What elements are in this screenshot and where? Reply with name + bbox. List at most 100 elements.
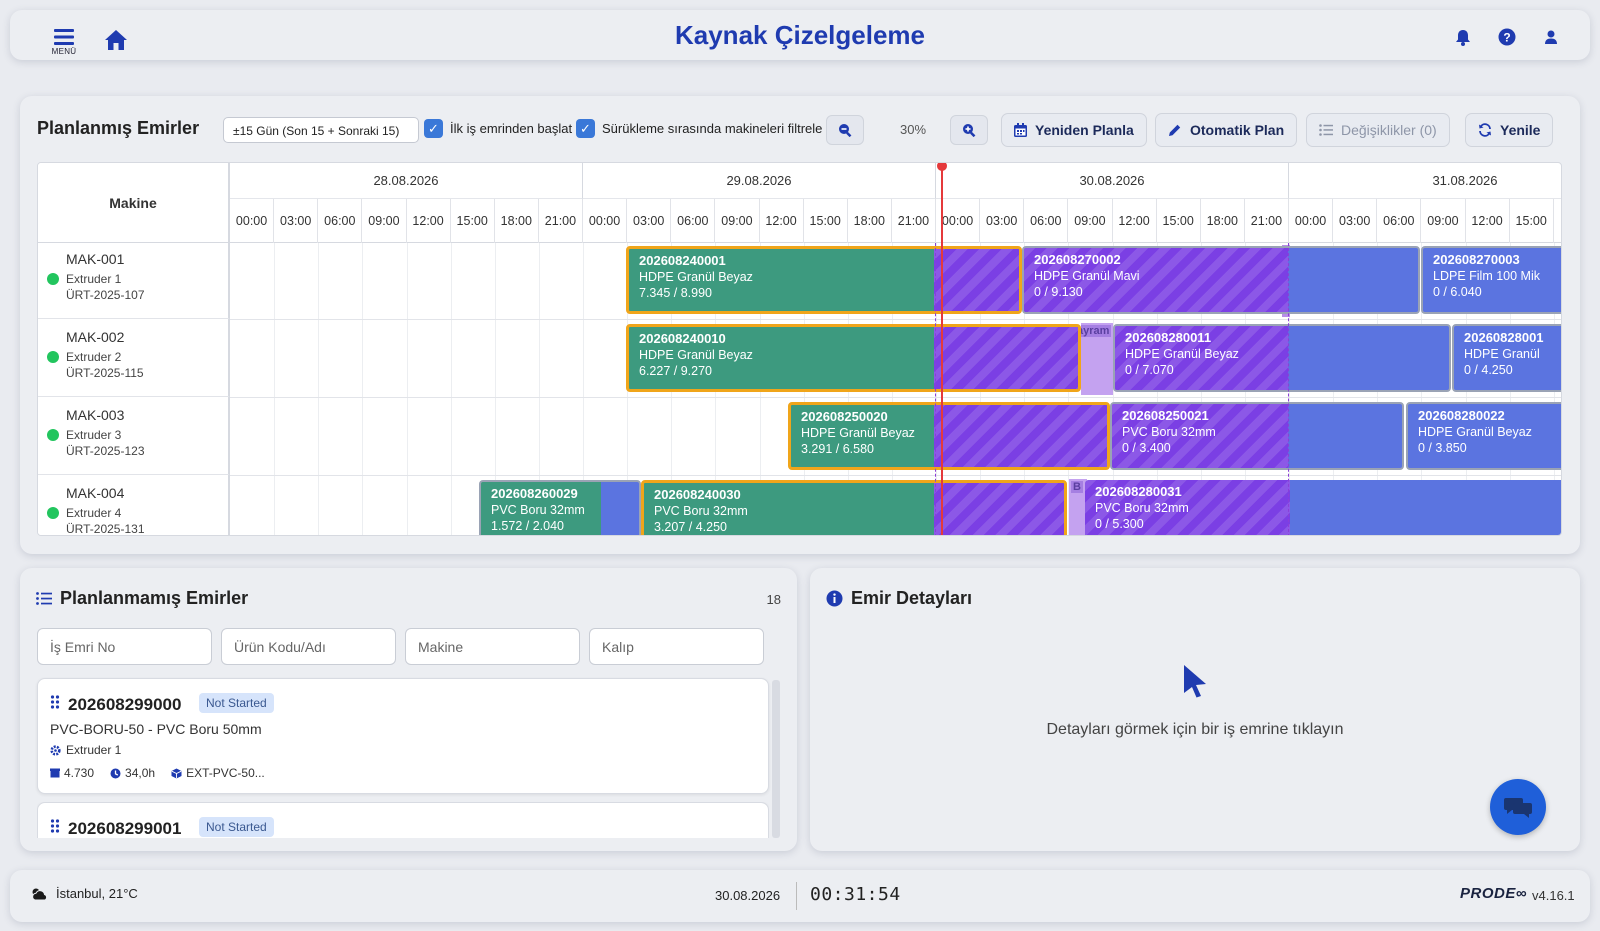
work-order-bar[interactable]: 202608280022 HDPE Granül Beyaz 0 / 3.850 [1406,402,1561,470]
pencil-icon [1169,124,1181,136]
hour-header: 12:00 [1113,199,1157,243]
machine-row[interactable]: MAK-001 Extruder 1 ÜRT-2025-107 [38,241,230,319]
hour-header: 03:00 [627,199,672,243]
holiday-block: ayram [1081,323,1113,395]
order-number: 202608250021 [1122,408,1209,423]
current-time-line [941,163,943,535]
machine-order: ÜRT-2025-107 [66,288,145,302]
timeline: 28.08.2026 29.08.2026 30.08.2026 31.08.2… [230,163,1561,535]
changes-button[interactable]: Değişiklikler (0) [1306,113,1450,147]
work-order-bar[interactable]: 202608240010 HDPE Granül Beyaz 6.227 / 9… [626,324,1081,392]
row-divider [230,319,1561,320]
machine-row[interactable]: MAK-004 Extruder 4 ÜRT-2025-131 [38,475,230,535]
mold-filter-input[interactable]: Kalıp [589,628,764,665]
hour-header: 21:00 [539,199,583,243]
order-product: LDPE Film 100 Mik [1433,269,1540,283]
notifications-button[interactable] [1450,24,1476,50]
auto-plan-button[interactable]: Otomatik Plan [1155,113,1298,147]
order-quantity: 0 / 3.400 [1122,441,1171,455]
status-dot [47,273,59,285]
order-product: PVC-BORU-50 - PVC Boru 50mm [50,721,262,737]
chat-button[interactable] [1490,779,1546,835]
hour-header: 06:00 [318,199,363,243]
work-order-bar[interactable]: 202608280011 HDPE Granül Beyaz 0 / 7.070 [1113,324,1451,392]
drag-handle-icon[interactable] [50,819,60,833]
date-range-select[interactable]: ±15 Gün (Son 15 + Sonraki 15) [223,117,419,143]
list-icon [36,592,52,605]
panel-title: Planlanmamış Emirler [60,588,249,608]
order-number: 202608280011 [1125,330,1212,345]
product-filter-input[interactable]: Ürün Kodu/Adı [221,628,396,665]
hour-header: 03:00 [1333,199,1378,243]
machine-row[interactable]: MAK-003 Extruder 3 ÜRT-2025-123 [38,397,230,475]
chat-bubbles-icon [1504,798,1532,818]
hour-header: 21:00 [892,199,936,243]
frozen-window-edge [935,243,936,535]
work-order-bar[interactable]: 202608250021 PVC Boru 32mm 0 / 3.400 [1110,402,1404,470]
refresh-button[interactable]: Yenile [1465,113,1554,147]
replan-button[interactable]: Yeniden Planla [1001,113,1147,147]
order-number: 202608260029 [491,486,578,501]
unplanned-order-card[interactable]: 202608299000 Not Started PVC-BORU-50 - P… [37,678,769,794]
list-icon [1319,124,1333,136]
user-button[interactable] [1538,24,1564,50]
order-no-filter-input[interactable]: İş Emri No [37,628,212,665]
order-quantity: 1.572 / 2.040 [491,519,564,533]
question-circle-icon: ? [1498,28,1516,46]
work-order-bar[interactable]: 202608240001 HDPE Granül Beyaz 7.345 / 8… [626,246,1022,314]
filter-machines-checkbox[interactable]: ✓ Sürükleme sırasında makineleri filtrel… [576,119,822,138]
work-order-bar[interactable]: 202608260029 PVC Boru 32mm 1.572 / 2.040 [479,480,641,535]
order-quantity: 7.345 / 8.990 [639,286,712,300]
order-quantity: 0 / 7.070 [1125,363,1174,377]
order-quantity: 0 / 9.130 [1034,285,1083,299]
order-number: 202608250020 [801,409,888,424]
order-number: 202608280022 [1418,408,1505,423]
grid-line [450,243,452,535]
info-icon [826,590,843,607]
card-clip: 202608299001 Not Started [37,802,769,838]
zoom-in-button[interactable] [950,115,988,145]
work-order-bar[interactable]: 202608270003 LDPE Film 100 Mik 0 / 6.040 [1421,246,1561,314]
hour-header: 06:00 [1024,199,1069,243]
work-order-bar[interactable]: 202608280031 PVC Boru 32mm 0 / 5.300 [1085,480,1561,535]
date-header-row: 28.08.2026 29.08.2026 30.08.2026 31.08.2… [230,163,1561,199]
start-from-first-order-checkbox[interactable]: ✓ İlk iş emrinden başlat [424,119,572,138]
order-number: 202608299000 [68,695,182,714]
hour-header: 12:00 [407,199,451,243]
work-order-bar[interactable]: 20260828001 HDPE Granül 0 / 4.250 [1452,324,1561,392]
order-machine: Extruder 1 [66,743,122,757]
order-number: 202608240030 [654,487,741,502]
frozen-window-edge [1288,243,1289,535]
grid-line [274,243,276,535]
zoom-out-button[interactable] [826,115,864,145]
machine-filter-input[interactable]: Makine [405,628,580,665]
hour-header: 03:00 [980,199,1025,243]
box-icon [50,768,60,778]
machine-row[interactable]: MAK-002 Extruder 2 ÜRT-2025-115 [38,319,230,397]
order-quantity: 4.730 [64,766,95,780]
calendar-icon [1014,123,1027,137]
drag-handle-icon[interactable] [50,695,60,709]
hour-header: 00:00 [230,199,275,243]
scrollbar[interactable] [772,680,780,838]
work-order-bar[interactable]: 202608270002 HDPE Granül Mavi 0 / 9.130 [1022,246,1420,314]
unplanned-order-card[interactable]: 202608299001 Not Started [37,802,769,838]
hour-header: 15:00 [804,199,848,243]
work-order-bar[interactable]: 202608240030 PVC Boru 32mm 3.207 / 4.250 [641,480,1067,535]
order-number: 202608270002 [1034,252,1121,267]
hour-header: 15:00 [451,199,495,243]
quantity-stat: 4.730 [50,766,94,780]
panel-title: Planlanmış Emirler [37,118,200,138]
logo-text: PRODE∞ [1460,885,1528,902]
help-button[interactable]: ? [1494,24,1520,50]
check-icon: ✓ [424,119,443,138]
zoom-in-icon [963,124,976,137]
work-order-bar[interactable]: 202608250020 HDPE Granül Beyaz 3.291 / 6… [788,402,1110,470]
current-date: 30.08.2026 [715,888,781,903]
order-quantity: 6.227 / 9.270 [639,364,712,378]
unplanned-orders-panel: Planlanmamış Emirler 18 İş Emri No Ürün … [20,568,797,851]
button-label: Yenile [1500,122,1541,138]
svg-text:?: ? [1503,31,1510,45]
empty-state-message: Detayları görmek için bir iş emrine tıkl… [1046,721,1344,738]
status-dot [47,351,59,363]
